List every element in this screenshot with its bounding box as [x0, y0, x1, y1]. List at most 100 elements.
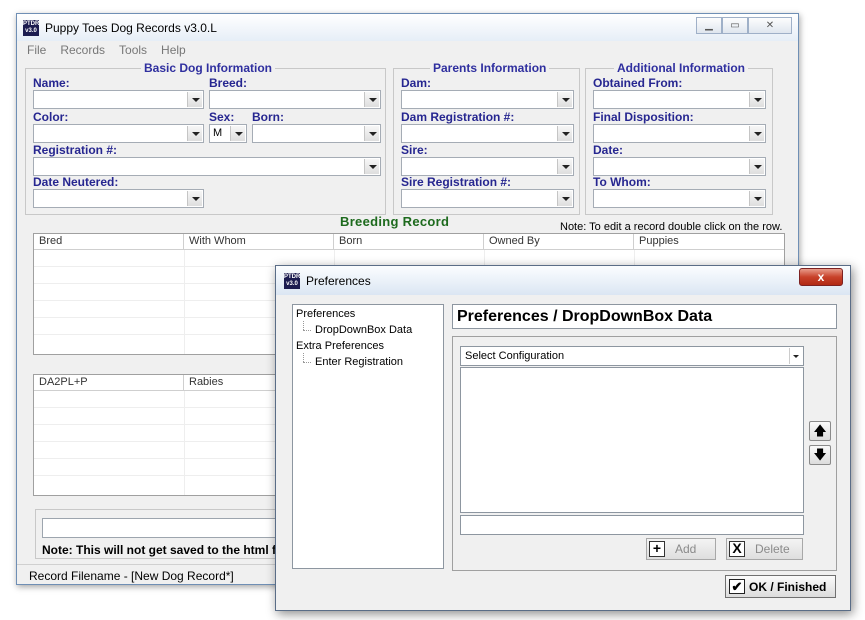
chevron-down-icon[interactable]: [364, 126, 379, 141]
additional-info-legend: Additional Information: [614, 61, 748, 75]
preferences-tree[interactable]: Preferences DropDownBox Data Extra Prefe…: [292, 304, 444, 569]
date-neutered-combo[interactable]: [33, 189, 204, 208]
plus-icon: +: [649, 541, 665, 557]
basic-info-group: Basic Dog Information Name: Breed: Color…: [25, 61, 386, 215]
checkmark-icon: ✔: [729, 579, 745, 594]
main-title-bar: PTDR v3.0 Puppy Toes Dog Records v3.0.L …: [17, 14, 798, 41]
sex-combo[interactable]: M: [209, 124, 247, 143]
preferences-title: Preferences: [306, 274, 371, 288]
configuration-entry-input[interactable]: [460, 515, 804, 535]
basic-info-legend: Basic Dog Information: [141, 61, 276, 75]
notes-input[interactable]: [42, 518, 302, 538]
column-header-born[interactable]: Born: [334, 234, 484, 250]
configuration-select-value: Select Configuration: [465, 350, 565, 362]
dam-registration-combo[interactable]: [401, 124, 574, 143]
preferences-title-bar: PTDR v3.0 Preferences x: [276, 266, 850, 295]
column-header-puppies[interactable]: Puppies: [634, 234, 784, 250]
dam-label: Dam:: [401, 76, 432, 90]
chevron-down-icon[interactable]: [557, 92, 572, 107]
registration-combo[interactable]: [33, 157, 381, 176]
chevron-down-icon[interactable]: [187, 191, 202, 206]
menu-file[interactable]: File: [27, 43, 46, 57]
date-neutered-label: Date Neutered:: [33, 175, 119, 189]
additional-info-group: Additional Information Obtained From: Fi…: [585, 61, 773, 215]
chevron-down-icon[interactable]: [557, 126, 572, 141]
registration-label: Registration #:: [33, 143, 118, 157]
minimize-button[interactable]: ▁: [696, 17, 722, 34]
chevron-down-icon[interactable]: [364, 92, 379, 107]
preferences-dialog: PTDR v3.0 Preferences x Preferences Drop…: [275, 265, 851, 611]
move-up-button[interactable]: 🡅: [809, 421, 831, 441]
chevron-down-icon[interactable]: [187, 92, 202, 107]
final-disposition-label: Final Disposition:: [593, 110, 694, 124]
delete-label: Delete: [755, 542, 790, 556]
sex-label: Sex:: [209, 110, 235, 124]
obtained-from-combo[interactable]: [593, 90, 766, 109]
chevron-down-icon[interactable]: [789, 348, 801, 364]
maximize-button[interactable]: ▭: [722, 17, 748, 34]
breeding-record-title: Breeding Record: [340, 214, 450, 229]
menu-help[interactable]: Help: [161, 43, 186, 57]
status-filename: Record Filename - [New Dog Record*]: [29, 569, 234, 583]
preferences-panel: Select Configuration 🡅 🡇 + Add X Delete: [452, 336, 837, 571]
menu-tools[interactable]: Tools: [119, 43, 147, 57]
date-combo[interactable]: [593, 157, 766, 176]
tree-item-extra-preferences[interactable]: Extra Preferences: [296, 340, 384, 352]
chevron-down-icon[interactable]: [364, 159, 379, 174]
tree-item-enter-registration[interactable]: Enter Registration: [315, 356, 403, 368]
parents-info-legend: Parents Information: [430, 61, 550, 75]
chevron-down-icon[interactable]: [749, 92, 764, 107]
to-whom-combo[interactable]: [593, 189, 766, 208]
ok-finished-label: OK / Finished: [749, 580, 827, 594]
final-disposition-combo[interactable]: [593, 124, 766, 143]
chevron-down-icon[interactable]: [230, 126, 245, 141]
sire-registration-label: Sire Registration #:: [401, 175, 512, 189]
date-label: Date:: [593, 143, 624, 157]
dam-combo[interactable]: [401, 90, 574, 109]
column-header-bred[interactable]: Bred: [34, 234, 184, 250]
arrow-down-icon: 🡇: [813, 447, 827, 462]
ok-finished-button[interactable]: ✔ OK / Finished: [725, 575, 836, 598]
breed-combo[interactable]: [209, 90, 381, 109]
x-icon: X: [729, 541, 745, 557]
arrow-up-icon: 🡅: [813, 423, 827, 438]
born-combo[interactable]: [252, 124, 381, 143]
sire-label: Sire:: [401, 143, 428, 157]
app-logo-icon: PTDR v3.0: [23, 19, 40, 36]
chevron-down-icon[interactable]: [749, 126, 764, 141]
tree-item-dropdownbox-data[interactable]: DropDownBox Data: [315, 324, 412, 336]
sire-registration-combo[interactable]: [401, 189, 574, 208]
column-header-da2pl[interactable]: DA2PL+P: [34, 375, 184, 391]
color-label: Color:: [33, 110, 69, 124]
preferences-header: Preferences / DropDownBox Data: [452, 304, 837, 329]
move-down-button[interactable]: 🡇: [809, 445, 831, 465]
chevron-down-icon[interactable]: [187, 126, 202, 141]
add-button[interactable]: + Add: [646, 538, 716, 560]
chevron-down-icon[interactable]: [749, 191, 764, 206]
sire-combo[interactable]: [401, 157, 574, 176]
to-whom-label: To Whom:: [593, 175, 651, 189]
color-combo[interactable]: [33, 124, 204, 143]
chevron-down-icon[interactable]: [557, 159, 572, 174]
name-combo[interactable]: [33, 90, 204, 109]
name-label: Name:: [33, 76, 70, 90]
tree-item-preferences[interactable]: Preferences: [296, 308, 355, 320]
notes-warning: Note: This will not get saved to the htm…: [42, 543, 280, 557]
breed-label: Breed:: [209, 76, 248, 90]
menu-records[interactable]: Records: [60, 43, 105, 57]
chevron-down-icon[interactable]: [557, 191, 572, 206]
menu-bar: File Records Tools Help: [17, 41, 798, 59]
add-label: Add: [675, 542, 697, 556]
configuration-list[interactable]: [460, 367, 804, 513]
column-header-owned-by[interactable]: Owned By: [484, 234, 634, 250]
app-logo-icon: PTDR v3.0: [284, 273, 301, 289]
close-icon[interactable]: x: [799, 268, 843, 286]
main-close-button[interactable]: ✕: [748, 17, 792, 34]
delete-button[interactable]: X Delete: [726, 538, 803, 560]
dam-registration-label: Dam Registration #:: [401, 110, 515, 124]
obtained-from-label: Obtained From:: [593, 76, 683, 90]
chevron-down-icon[interactable]: [749, 159, 764, 174]
column-header-with-whom[interactable]: With Whom: [184, 234, 334, 250]
configuration-select[interactable]: Select Configuration: [460, 346, 804, 366]
main-window-title: Puppy Toes Dog Records v3.0.L: [45, 20, 217, 35]
